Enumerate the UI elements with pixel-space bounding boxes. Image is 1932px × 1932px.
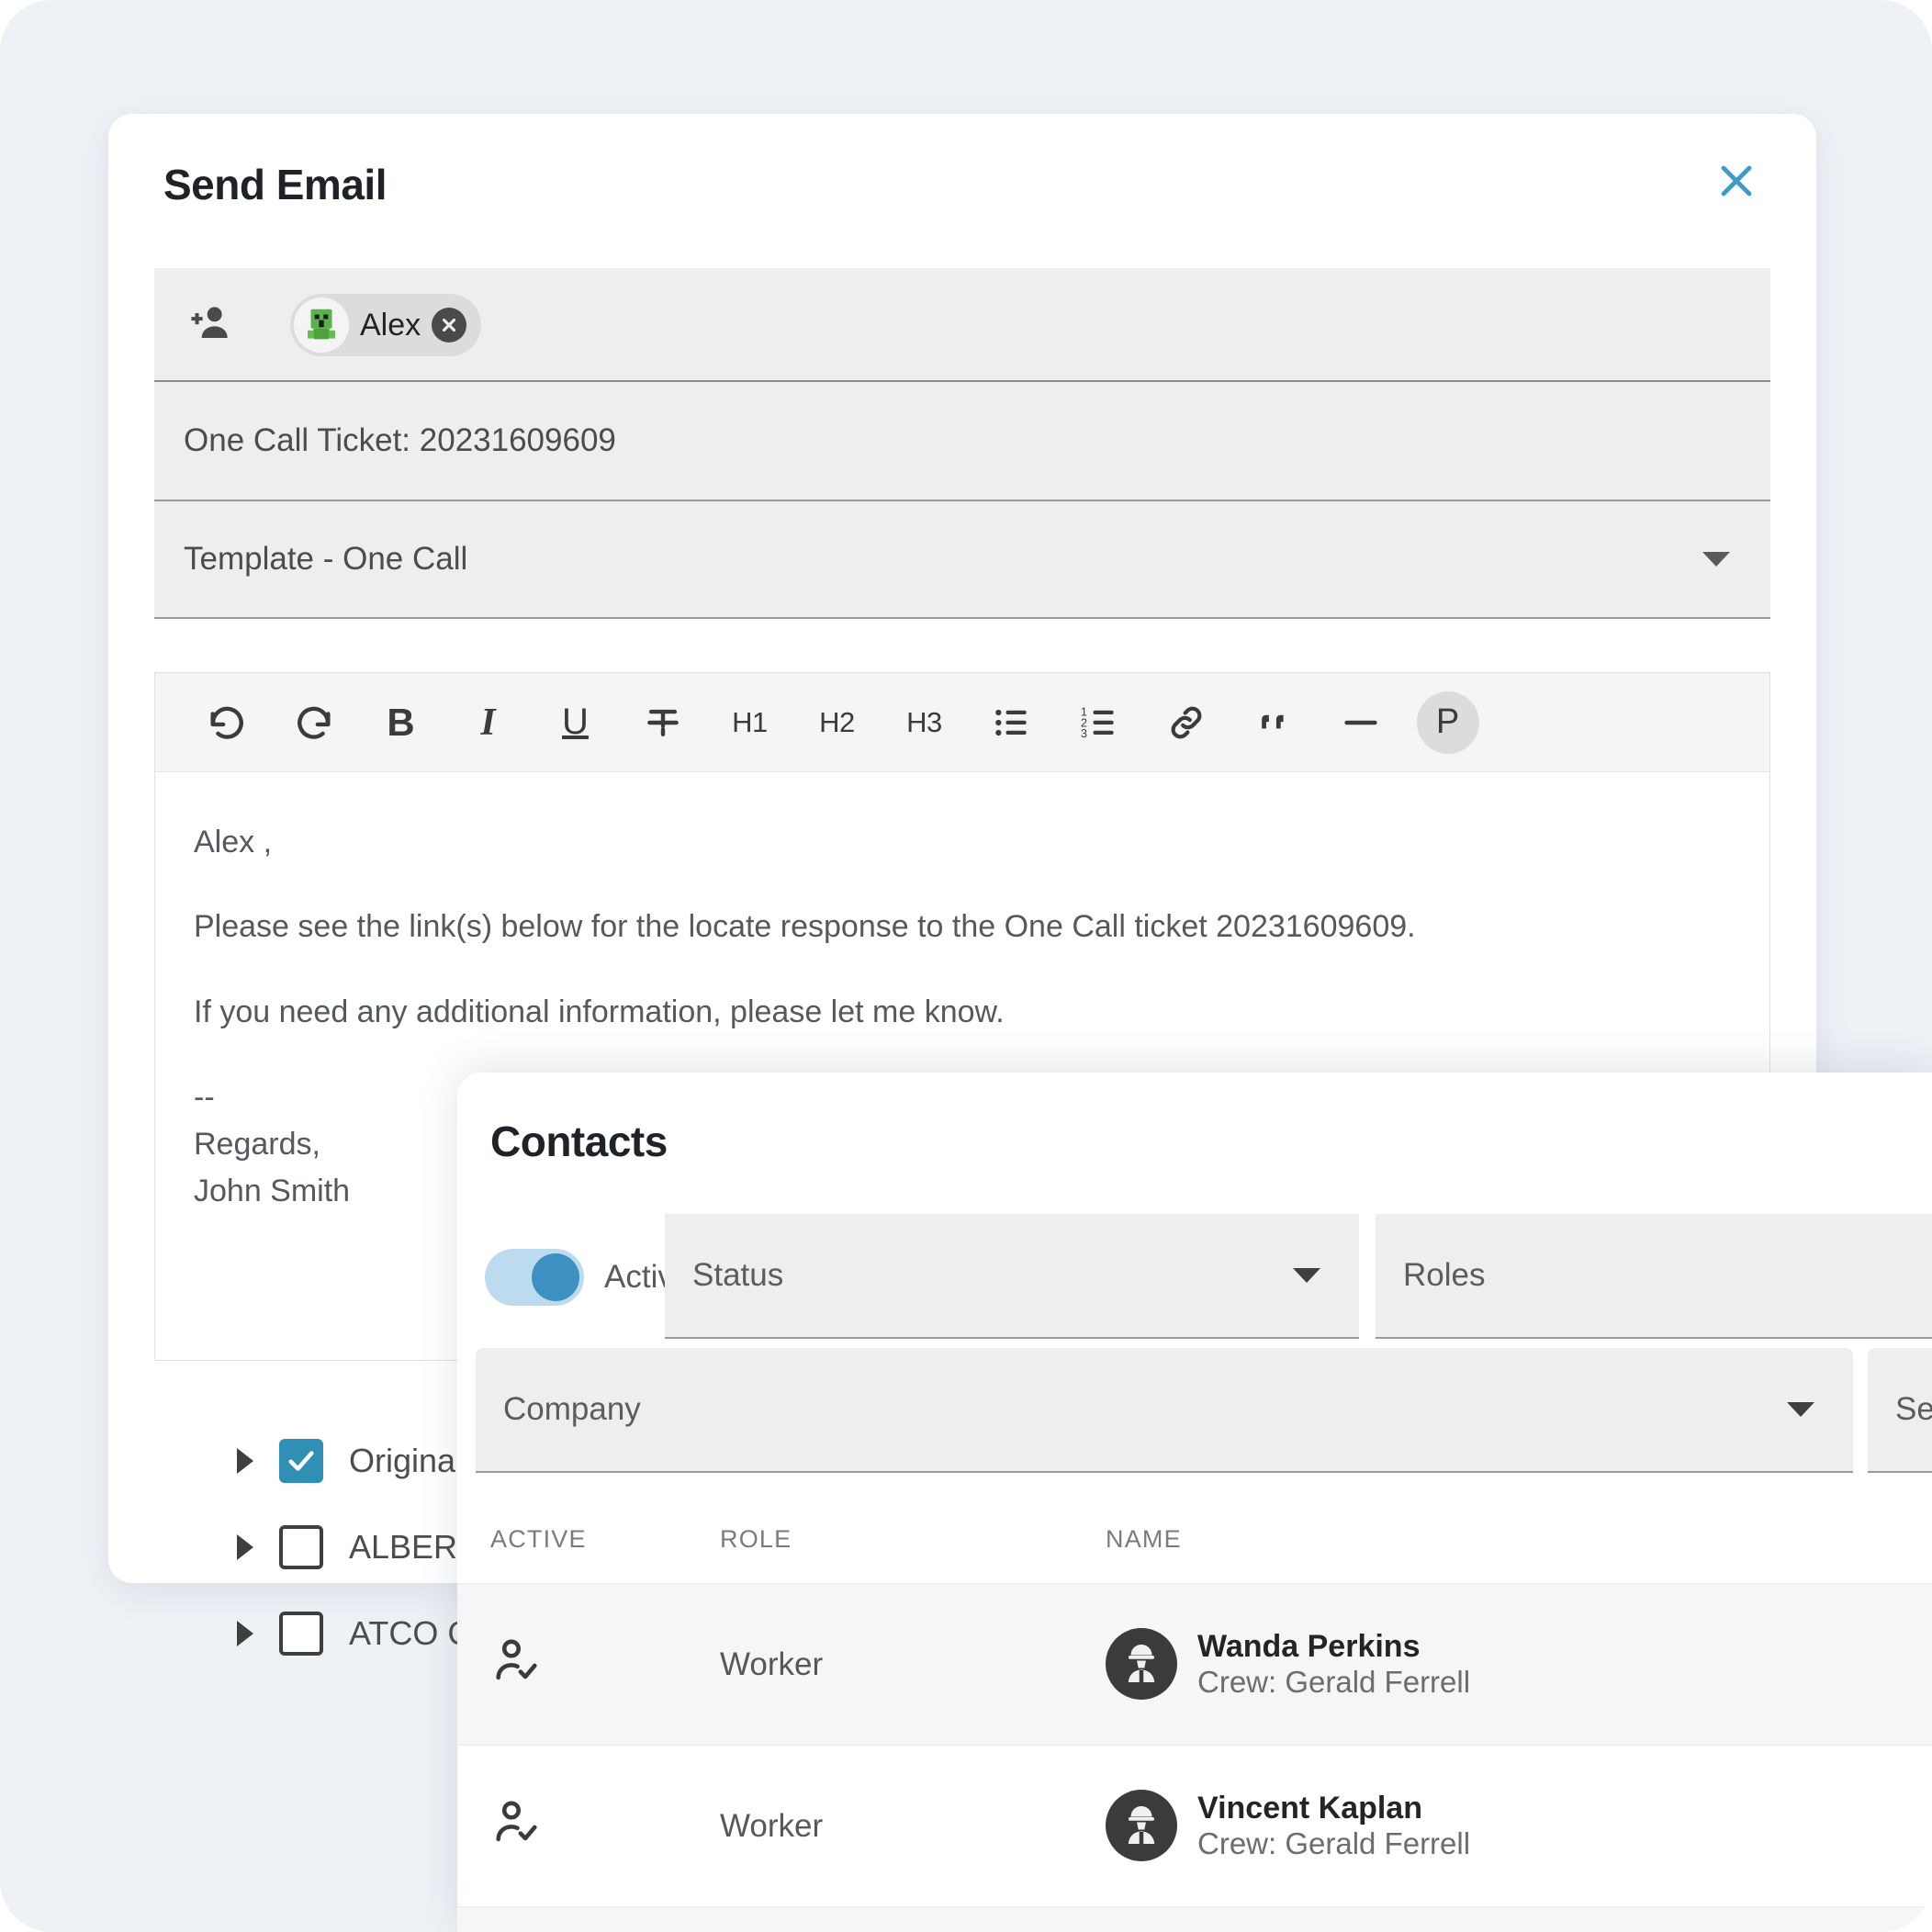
row-crew: Crew: Gerald Ferrell <box>1197 1826 1470 1862</box>
recipient-chip[interactable]: Alex <box>290 294 481 356</box>
column-header-name: NAME <box>1106 1525 1932 1554</box>
expand-caret-icon[interactable] <box>237 1534 253 1560</box>
chevron-down-icon[interactable] <box>1293 1268 1320 1283</box>
subject-field[interactable]: One Call Ticket: 20231609609 <box>154 382 1770 501</box>
recipients-field[interactable]: Alex <box>154 268 1770 382</box>
link-icon[interactable] <box>1142 673 1230 772</box>
row-name: Vincent Kaplan <box>1197 1790 1470 1826</box>
row-name-cell: Vincent Kaplan Crew: Gerald Ferrell <box>1106 1790 1932 1862</box>
creeper-avatar <box>294 298 349 353</box>
app-frame: Send Email <box>0 0 1932 1932</box>
toggle-knob <box>532 1253 579 1301</box>
column-header-active: ACTIVE <box>490 1525 720 1554</box>
body-paragraph-2: If you need any additional information, … <box>194 990 1731 1034</box>
search-input[interactable]: Se <box>1868 1348 1932 1473</box>
row-role: Worker <box>720 1808 1106 1845</box>
search-label: Se <box>1895 1391 1932 1428</box>
italic-glyph: I <box>480 701 495 745</box>
bold-icon[interactable]: B <box>357 673 444 772</box>
table-row[interactable]: Project Admin Traci Hammond <box>457 1906 1932 1932</box>
h2-glyph: H2 <box>819 706 855 739</box>
expand-caret-icon[interactable] <box>237 1621 253 1646</box>
page-title: Send Email <box>163 160 387 209</box>
italic-icon[interactable]: I <box>444 673 532 772</box>
bold-glyph: B <box>387 701 414 745</box>
row-name: Wanda Perkins <box>1197 1628 1470 1665</box>
body-greeting: Alex , <box>194 820 1731 864</box>
underline-icon[interactable]: U <box>532 673 619 772</box>
svg-text:3: 3 <box>1080 726 1086 740</box>
status-select[interactable]: Status <box>665 1214 1359 1339</box>
worker-avatar-icon <box>1106 1790 1177 1861</box>
column-header-role: ROLE <box>720 1525 1106 1554</box>
checkbox-alberta-supe[interactable] <box>279 1525 323 1569</box>
contacts-title: Contacts <box>490 1117 668 1166</box>
template-value: Template - One Call <box>184 541 467 578</box>
close-icon[interactable] <box>1708 152 1765 209</box>
row-name-cell: Wanda Perkins Crew: Gerald Ferrell <box>1106 1628 1932 1701</box>
template-select[interactable]: Template - One Call <box>154 501 1770 619</box>
redo-icon[interactable] <box>270 673 357 772</box>
paragraph-glyph: P <box>1417 691 1479 754</box>
status-label: Status <box>692 1257 783 1294</box>
row-name-text: Wanda Perkins Crew: Gerald Ferrell <box>1197 1628 1470 1701</box>
h3-glyph: H3 <box>906 706 942 739</box>
editor-toolbar: B I U H1 H2 <box>155 673 1769 772</box>
person-check-icon[interactable] <box>490 1635 720 1693</box>
add-person-icon[interactable] <box>185 299 236 351</box>
roles-select[interactable]: Roles <box>1376 1214 1932 1339</box>
company-select[interactable]: Company <box>476 1348 1853 1473</box>
row-name-text: Vincent Kaplan Crew: Gerald Ferrell <box>1197 1790 1470 1862</box>
chevron-down-icon[interactable] <box>1787 1402 1814 1417</box>
horizontal-rule-icon[interactable] <box>1317 673 1404 772</box>
heading-3-icon[interactable]: H3 <box>881 673 968 772</box>
blockquote-icon[interactable] <box>1230 673 1317 772</box>
active-filter-group: Active <box>485 1249 691 1306</box>
company-label: Company <box>503 1391 641 1428</box>
table-row[interactable]: Worker Vincent Kaplan Crew: Geral <box>457 1745 1932 1906</box>
table-row[interactable]: Worker Wanda Perkins Crew: Gerald <box>457 1583 1932 1745</box>
paragraph-icon[interactable]: P <box>1404 673 1491 772</box>
contacts-table: ACTIVE ROLE NAME Worker <box>457 1495 1932 1932</box>
strikethrough-icon[interactable] <box>619 673 706 772</box>
heading-2-icon[interactable]: H2 <box>793 673 881 772</box>
table-header: ACTIVE ROLE NAME <box>457 1495 1932 1583</box>
body-paragraph-1: Please see the link(s) below for the loc… <box>194 904 1731 949</box>
row-crew: Crew: Gerald Ferrell <box>1197 1665 1470 1701</box>
undo-icon[interactable] <box>183 673 270 772</box>
chevron-down-icon[interactable] <box>1702 552 1730 567</box>
worker-avatar-icon <box>1106 1628 1177 1700</box>
row-role: Worker <box>720 1646 1106 1683</box>
active-toggle[interactable] <box>485 1249 584 1306</box>
person-check-icon[interactable] <box>490 1797 720 1855</box>
heading-1-icon[interactable]: H1 <box>706 673 793 772</box>
h1-glyph: H1 <box>732 706 768 739</box>
remove-chip-icon[interactable] <box>432 308 466 343</box>
checkbox-atco-gas[interactable] <box>279 1612 323 1656</box>
bulleted-list-icon[interactable] <box>968 673 1055 772</box>
expand-caret-icon[interactable] <box>237 1448 253 1474</box>
recipient-label: Alex <box>360 308 421 343</box>
contacts-panel: Contacts Active Status Roles Company Se … <box>457 1073 1932 1932</box>
numbered-list-icon[interactable]: 1 2 3 <box>1055 673 1142 772</box>
subject-value: One Call Ticket: 20231609609 <box>184 422 616 459</box>
underline-glyph: U <box>562 702 589 743</box>
roles-label: Roles <box>1403 1257 1485 1294</box>
checkbox-original-ticket[interactable] <box>279 1439 323 1483</box>
